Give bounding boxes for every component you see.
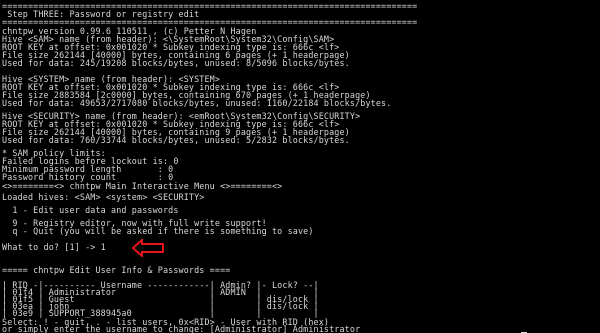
terminal-screen[interactable]: ========================================… — [0, 0, 600, 333]
red-left-arrow-icon — [132, 239, 164, 257]
arrow-outline — [132, 239, 164, 257]
loaded-hives: Loaded hives: <SAM> <system> <SECURITY> — [2, 192, 205, 202]
terminal-line: Used for data: 760/33744 blocks/bytes, u… — [2, 135, 350, 145]
terminal-line: Used for data: 245/19208 blocks/bytes, u… — [2, 58, 350, 68]
menu-option-1: 1 - Edit user data and passwords — [2, 205, 179, 215]
terminal-line: Used for data: 49653/2717080 blocks/byte… — [2, 98, 392, 108]
command-prompt: What to do? [1] -> 1 — [2, 242, 106, 252]
username-input-line[interactable]: or simply enter the username to change: … — [2, 325, 360, 333]
menu-title: <>========<> chntpw Main Interactive Men… — [2, 181, 283, 191]
menu-option-q: q - Quit (you will be asked if there is … — [2, 226, 314, 236]
user-edit-title: ===== chntpw Edit User Info & Passwords … — [2, 265, 231, 275]
